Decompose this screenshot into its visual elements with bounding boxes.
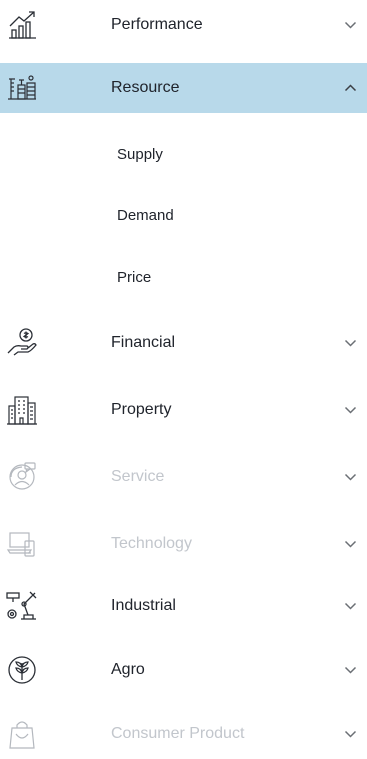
chart-growth-icon <box>9 11 36 39</box>
menu-item-label: Agro <box>111 661 145 678</box>
customer-service-icon <box>9 462 36 490</box>
submenu-item-label: Demand <box>117 207 174 224</box>
menu-item-label: Property <box>111 401 172 418</box>
sidebar-menu: Performance Resource Supply Demand Price… <box>0 0 367 757</box>
chevron-down-icon[interactable] <box>344 339 357 348</box>
menu-item-industrial[interactable]: Industrial <box>0 581 367 631</box>
chevron-down-icon[interactable] <box>344 730 357 739</box>
submenu-item-supply[interactable]: Supply <box>0 125 367 185</box>
menu-item-label: Consumer Product <box>111 725 245 742</box>
menu-item-technology[interactable]: Technology <box>0 519 367 569</box>
resource-tools-icon <box>8 75 36 100</box>
chevron-down-icon[interactable] <box>344 540 357 549</box>
submenu-item-label: Supply <box>117 146 163 163</box>
menu-item-performance[interactable]: Performance <box>0 0 367 50</box>
chevron-down-icon[interactable] <box>344 602 357 611</box>
menu-item-label: Technology <box>111 535 192 552</box>
hand-money-icon <box>7 328 37 356</box>
chevron-down-icon[interactable] <box>344 666 357 675</box>
menu-item-property[interactable]: Property <box>0 385 367 435</box>
menu-item-label: Service <box>111 468 165 485</box>
menu-item-label: Industrial <box>111 597 176 614</box>
robot-arm-icon <box>6 591 37 620</box>
devices-icon <box>6 532 35 557</box>
chevron-down-icon[interactable] <box>344 473 357 482</box>
submenu-item-demand[interactable]: Demand <box>0 186 367 246</box>
chevron-down-icon[interactable] <box>344 21 357 30</box>
menu-item-label: Resource <box>111 79 180 96</box>
plant-icon <box>8 656 36 684</box>
shopping-bag-icon <box>9 721 35 749</box>
menu-item-agro[interactable]: Agro <box>0 645 367 695</box>
chevron-down-icon[interactable] <box>344 406 357 415</box>
menu-item-consumer-product[interactable]: Consumer Product <box>0 709 367 759</box>
menu-item-resource[interactable]: Resource <box>0 63 367 113</box>
menu-item-financial[interactable]: Financial <box>0 318 367 368</box>
chevron-up-icon[interactable] <box>344 84 357 93</box>
menu-item-label: Financial <box>111 334 176 351</box>
building-icon <box>7 396 37 425</box>
menu-item-label: Performance <box>111 16 203 33</box>
submenu-item-label: Price <box>117 269 152 286</box>
menu-item-service[interactable]: Service <box>0 452 367 502</box>
submenu-item-price[interactable]: Price <box>0 248 367 308</box>
